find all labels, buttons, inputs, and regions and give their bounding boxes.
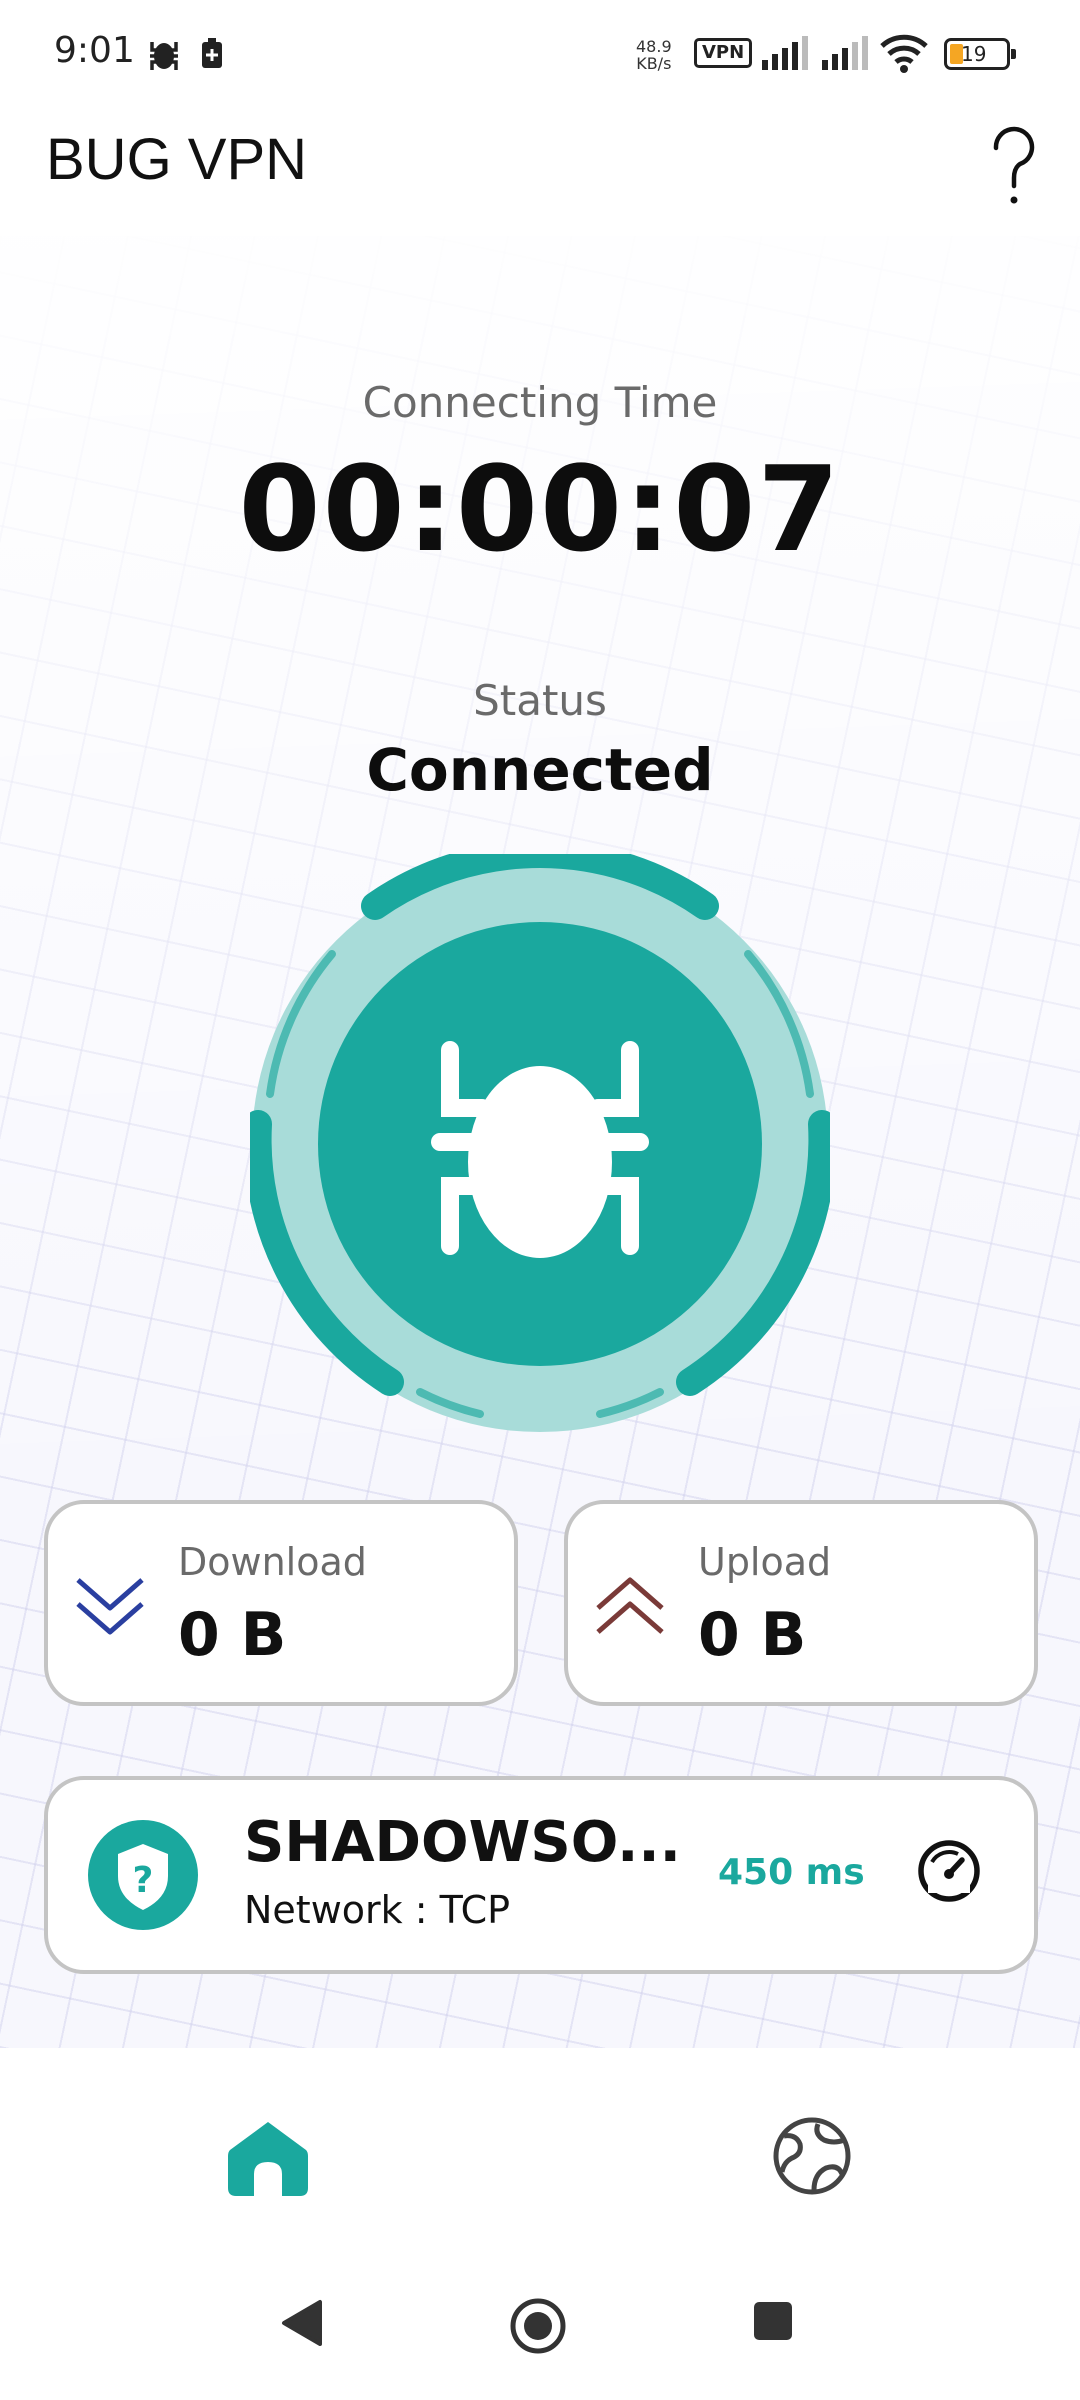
network-speed: 48.9 KB/s: [636, 37, 672, 73]
globe-icon[interactable]: [770, 2114, 854, 2198]
chevron-double-down-icon: [76, 1578, 144, 1635]
status-time: 9:01: [54, 30, 135, 71]
app-bar: BUG VPN: [0, 108, 1080, 236]
help-icon[interactable]: [984, 124, 1044, 210]
battery-icon: 19: [944, 38, 1016, 70]
main-content: Connecting Time 00:00:07 Status Connecte…: [0, 236, 1080, 2048]
download-value: 0 B: [178, 1600, 287, 1670]
battery-saver-icon: [202, 38, 222, 68]
bottom-nav: [0, 2048, 1080, 2256]
recents-icon[interactable]: [752, 2300, 794, 2342]
connecting-time-label: Connecting Time: [362, 378, 718, 427]
speedometer-icon[interactable]: [914, 1836, 984, 1906]
shield-question-icon: ?: [118, 1844, 168, 1910]
home-icon[interactable]: [226, 2118, 310, 2198]
status-value: Connected: [366, 736, 714, 804]
app-title: BUG VPN: [46, 127, 308, 192]
upload-value: 0 B: [698, 1600, 807, 1670]
download-label: Download: [178, 1540, 367, 1584]
connecting-time-value: 00:00:07: [238, 440, 842, 578]
status-bar: 9:01 48.9 KB/s VPN 19: [0, 0, 1080, 108]
server-network: Network : TCP: [244, 1888, 511, 1932]
upload-card: Upload 0 B: [564, 1500, 1038, 1706]
signal-icon: [762, 36, 808, 70]
connect-button[interactable]: [250, 854, 830, 1434]
download-card: Download 0 B: [44, 1500, 518, 1706]
upload-label: Upload: [698, 1540, 832, 1584]
bug-notification-icon: [150, 42, 178, 70]
status-label: Status: [473, 676, 607, 725]
wifi-icon: [880, 34, 928, 73]
back-icon[interactable]: [280, 2298, 324, 2348]
home-circle-icon[interactable]: [508, 2296, 568, 2356]
server-shield-badge: ?: [88, 1820, 198, 1930]
server-ping: 450 ms: [718, 1852, 865, 1893]
signal-icon-2: [822, 36, 868, 70]
chevron-double-up-icon: [596, 1577, 664, 1634]
svg-text:?: ?: [133, 1860, 154, 1901]
server-name: SHADOWSO...: [244, 1810, 681, 1875]
system-nav-bar: [0, 2256, 1080, 2400]
vpn-badge: VPN: [694, 38, 753, 68]
server-card[interactable]: ? SHADOWSO... Network : TCP 450 ms: [44, 1776, 1038, 1974]
